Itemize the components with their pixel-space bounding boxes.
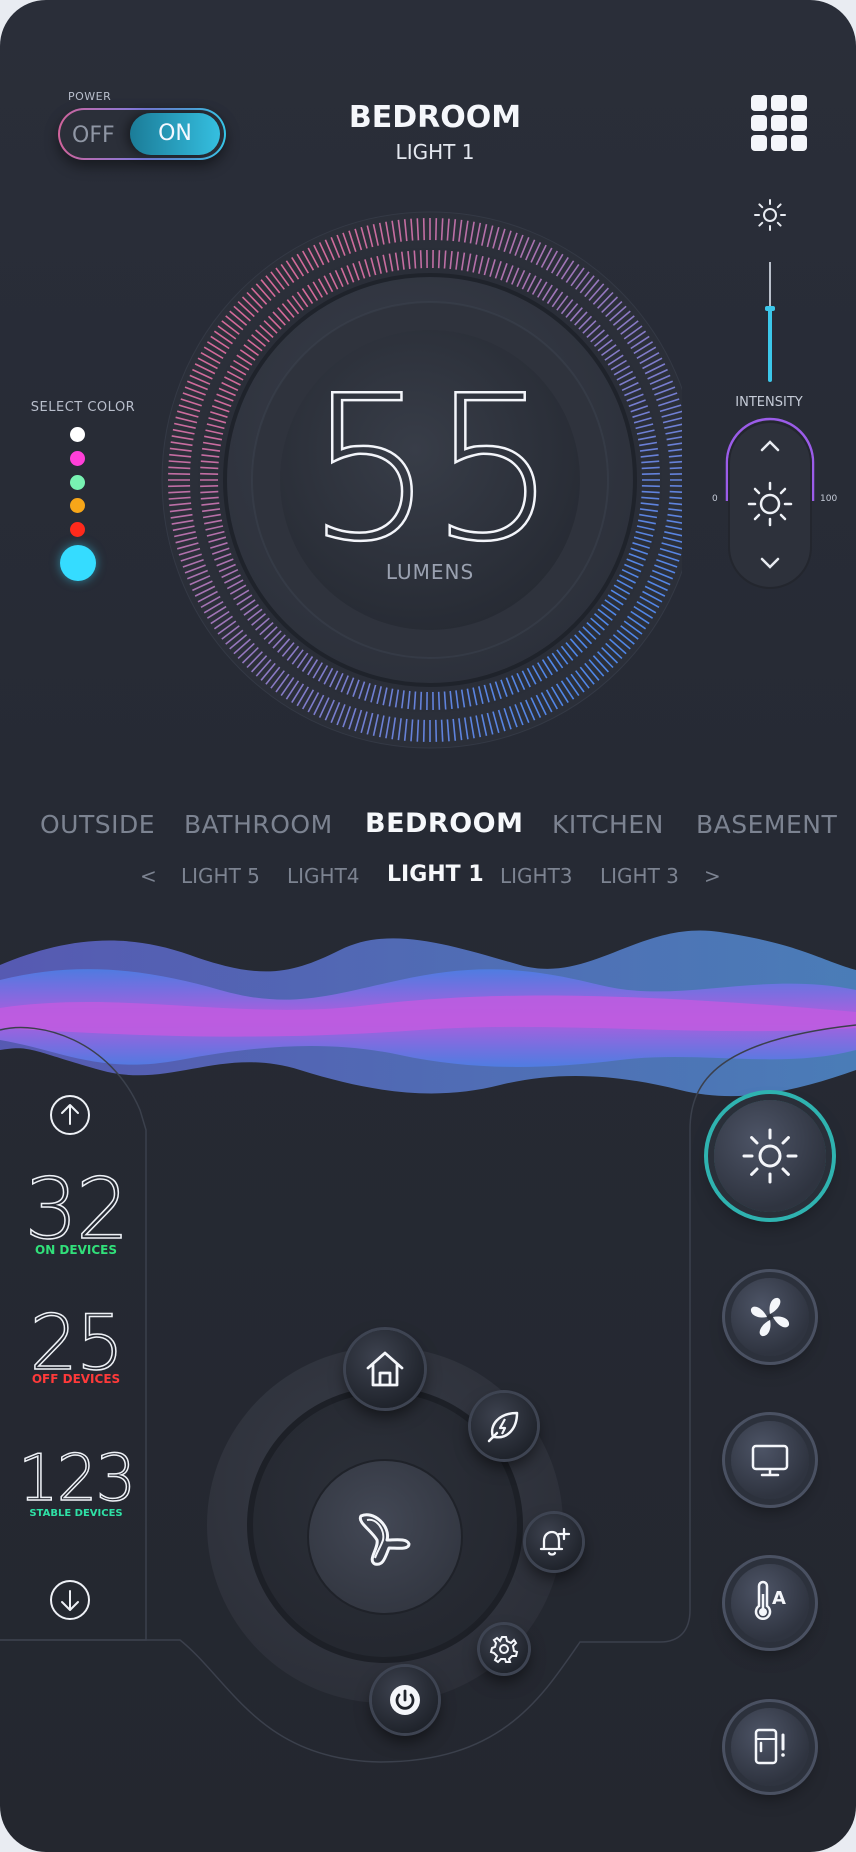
device-climate-button[interactable]: A <box>731 1564 809 1642</box>
intensity-max-label: 100 <box>820 494 838 504</box>
power-on-pill: ON <box>130 113 220 155</box>
dial-tick <box>435 719 438 742</box>
light-tab-light5[interactable]: LIGHT 5 <box>181 864 260 888</box>
dial-tick <box>416 218 420 241</box>
room-tab-bedroom[interactable]: BEDROOM <box>365 808 524 839</box>
alarm-add-button[interactable] <box>526 1514 582 1570</box>
power-off-label: OFF <box>72 123 115 148</box>
device-light-button[interactable] <box>714 1100 826 1212</box>
lumens-unit-label: LUMENS <box>385 560 475 584</box>
color-swatch-red[interactable] <box>70 522 85 537</box>
smart-home-app: POWER OFF ON BEDROOM LIGHT 1 55 LUMENS S… <box>0 0 856 1852</box>
monitor-icon <box>751 1444 789 1477</box>
scroll-up-button[interactable] <box>49 1094 91 1136</box>
dial-tick <box>440 218 444 241</box>
dial-tick <box>669 473 682 475</box>
power-toggle[interactable]: OFF ON <box>58 108 226 160</box>
power-button[interactable] <box>372 1667 438 1733</box>
eco-energy-button[interactable] <box>471 1393 537 1459</box>
dial-tick <box>168 490 191 494</box>
select-color-label: SELECT COLOR <box>30 400 136 415</box>
color-swatch-orange[interactable] <box>70 498 85 513</box>
dial-tick <box>641 472 660 475</box>
dial-tick <box>200 472 219 475</box>
stable-devices-count: 123 <box>17 1441 137 1517</box>
light-tab-light4[interactable]: LIGHT4 <box>287 864 360 888</box>
on-devices-label: ON DEVICES <box>35 1243 117 1257</box>
dial-tick <box>200 490 219 494</box>
home-button[interactable] <box>346 1330 424 1408</box>
power-label: POWER <box>68 90 112 103</box>
thermometer-icon: A <box>754 1580 786 1620</box>
intensity-label: INTENSITY <box>735 395 803 410</box>
dial-tick <box>437 691 441 710</box>
dial-tick <box>422 719 425 742</box>
fridge-alert-icon <box>754 1728 785 1765</box>
dial-tick <box>168 466 191 470</box>
fan-icon <box>750 1297 790 1337</box>
device-tv-button[interactable] <box>731 1421 809 1499</box>
dial-tick <box>669 485 682 487</box>
dial-tick <box>422 218 425 241</box>
light-prev-button[interactable]: < <box>140 864 157 888</box>
color-swatch-white[interactable] <box>70 427 85 442</box>
dial-tick <box>416 719 420 742</box>
grid-menu-icon[interactable] <box>751 95 807 151</box>
off-devices-label: OFF DEVICES <box>31 1372 121 1386</box>
dial-tick <box>168 472 191 475</box>
dial-tick <box>641 485 660 488</box>
light-tab-light3[interactable]: LIGHT3 <box>500 864 573 888</box>
room-tab-outside[interactable]: OUTSIDE <box>40 810 155 839</box>
light-tab-light3b[interactable]: LIGHT 3 <box>600 864 679 888</box>
color-swatch-mint[interactable] <box>70 475 85 490</box>
stable-devices-label: STABLE DEVICES <box>29 1508 123 1519</box>
room-tab-kitchen[interactable]: KITCHEN <box>552 810 664 839</box>
device-fridge-button[interactable] <box>731 1708 809 1786</box>
page-subtitle: LIGHT 1 <box>395 140 475 164</box>
page-title: BEDROOM <box>348 100 522 135</box>
gear-icon <box>489 1636 519 1664</box>
intensity-control[interactable] <box>723 413 817 591</box>
lumens-value: 55 <box>306 353 559 586</box>
dial-tick <box>419 250 423 269</box>
light-tab-light1[interactable]: LIGHT 1 <box>387 862 484 887</box>
fan-blade-icon[interactable] <box>347 1500 423 1576</box>
color-swatch-cyan-selected[interactable] <box>60 545 96 581</box>
eco-energy-icon <box>487 1411 519 1443</box>
dial-tick <box>641 466 660 470</box>
power-on-label: ON <box>158 121 192 146</box>
scroll-down-button[interactable] <box>49 1579 91 1621</box>
intensity-min-label: 0 <box>712 494 718 504</box>
light-next-button[interactable]: > <box>704 864 721 888</box>
color-swatch-magenta[interactable] <box>70 451 85 466</box>
dial-tick <box>168 485 191 488</box>
dial-tick <box>435 218 438 241</box>
dial-tick <box>200 485 219 488</box>
dial-tick <box>200 466 219 470</box>
power-icon <box>390 1685 420 1715</box>
dial-tick <box>437 250 441 269</box>
dial-tick <box>641 490 660 494</box>
brightness-slider[interactable] <box>760 258 780 384</box>
dial-tick <box>419 691 423 710</box>
device-fan-button[interactable] <box>731 1278 809 1356</box>
home-icon <box>366 1351 404 1387</box>
svg-text:A: A <box>772 1588 786 1609</box>
bell-plus-icon <box>539 1527 571 1556</box>
settings-button[interactable] <box>480 1625 528 1673</box>
sun-icon <box>742 1128 798 1184</box>
dial-tick <box>440 719 444 742</box>
brightness-small-sun-icon <box>754 199 786 231</box>
room-tab-basement[interactable]: BASEMENT <box>696 810 837 839</box>
room-tab-bathroom[interactable]: BATHROOM <box>184 810 333 839</box>
